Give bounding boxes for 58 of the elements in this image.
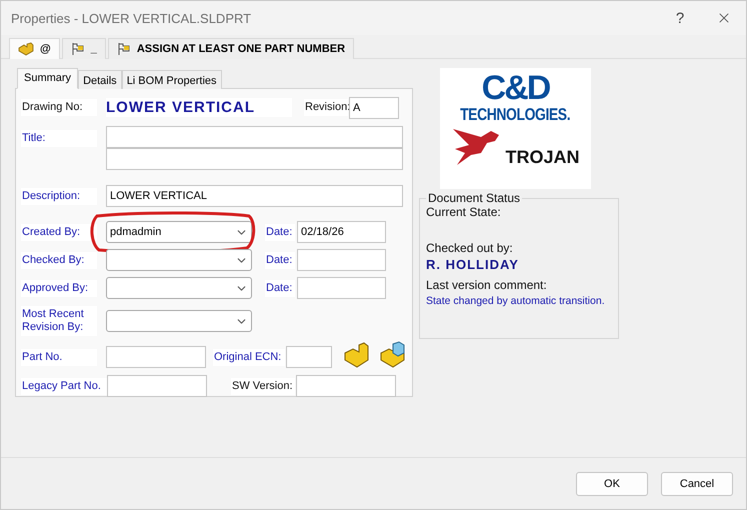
drawing-number: LOWER VERTICAL (106, 98, 292, 117)
window-title: Properties - LOWER VERTICAL.SLDPRT (11, 10, 252, 26)
part-icon[interactable] (342, 340, 370, 368)
version-comment: State changed by automatic transition. (426, 295, 606, 307)
field-label: Legacy Part No. (21, 378, 107, 394)
cancel-button[interactable]: Cancel (661, 472, 733, 496)
date-field[interactable] (297, 277, 386, 299)
field-label: Title: (21, 130, 97, 147)
logo-text: TECHNOLOGIES. (460, 105, 571, 125)
title-field[interactable] (106, 148, 403, 170)
configuration-tab[interactable]: ASSIGN AT LEAST ONE PART NUMBER (108, 38, 354, 59)
tab[interactable]: Details (78, 70, 122, 89)
tab-label: _ (90, 43, 97, 55)
ecn-field[interactable] (286, 346, 332, 368)
field-label: Description: (21, 188, 97, 204)
status-label: Checked out by: (426, 241, 514, 255)
tab-label: @ (40, 43, 51, 55)
field-label: Part No. (21, 348, 97, 366)
part-number-field[interactable] (106, 346, 206, 368)
field-label: Date: (265, 252, 295, 268)
field-label: Checked By: (21, 252, 97, 268)
person-dropdown[interactable] (106, 310, 252, 332)
status-label: Current State: (426, 205, 502, 219)
logo-mark: C&D (482, 71, 550, 105)
title-field[interactable] (106, 126, 403, 148)
flag-icon (70, 42, 85, 56)
field-label: Date: (265, 280, 295, 296)
revision-field[interactable]: A (349, 96, 399, 118)
tab[interactable]: Summary (17, 68, 78, 89)
date-field[interactable]: 02/18/26 (297, 221, 386, 243)
field-label: Revision: (304, 99, 348, 116)
flag-icon (116, 42, 131, 56)
brand-text: TROJAN (505, 147, 580, 167)
group-title: Document Status (427, 191, 522, 205)
tab-label: ASSIGN AT LEAST ONE PART NUMBER (136, 43, 346, 55)
person-dropdown[interactable]: pdmadmin (106, 221, 252, 243)
field-label: SW Version: (231, 378, 295, 394)
configuration-tab[interactable]: @ (9, 38, 60, 59)
field-label: Date: (265, 224, 295, 240)
legacy-part-field[interactable] (107, 375, 207, 397)
sw-version-field[interactable] (296, 375, 396, 397)
configured-part-icon[interactable] (378, 340, 406, 368)
tab[interactable]: Li BOM Properties (122, 70, 222, 89)
ok-button[interactable]: OK (576, 472, 648, 496)
configuration-tab[interactable]: _ (62, 38, 106, 59)
field-label: Approved By: (21, 280, 97, 296)
field-label: Drawing No: (21, 99, 97, 116)
field-label: Original ECN: (213, 348, 285, 366)
help-button[interactable]: ? (658, 10, 702, 26)
field-label: Created By: (21, 224, 97, 240)
date-field[interactable] (297, 249, 386, 271)
status-label: Last version comment: (426, 278, 548, 292)
part-icon (18, 42, 34, 56)
field-label: Most Recent Revision By: (21, 306, 97, 336)
person-dropdown[interactable] (106, 277, 252, 299)
description-field[interactable]: LOWER VERTICAL (106, 185, 403, 207)
checked-out-user: R. HOLLIDAY (426, 257, 520, 272)
person-dropdown[interactable] (106, 249, 252, 271)
